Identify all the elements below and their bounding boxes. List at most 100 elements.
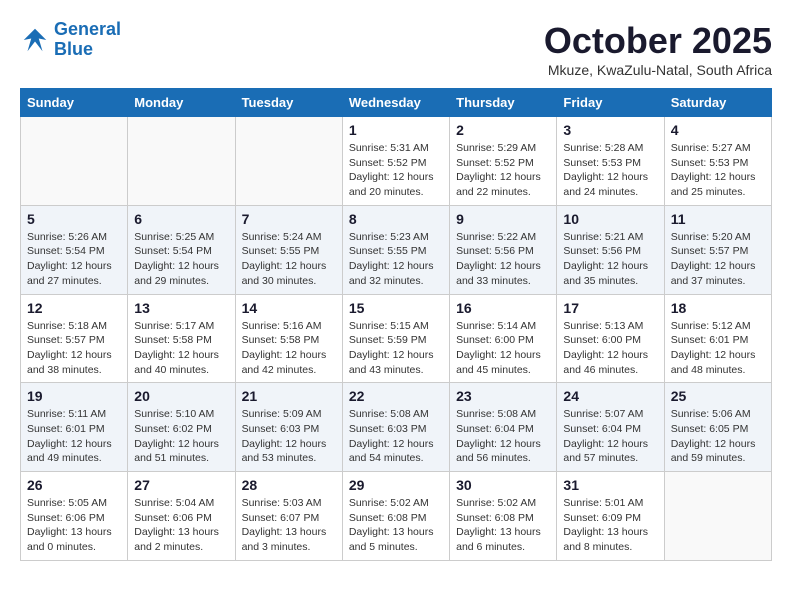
day-number: 15 bbox=[349, 300, 443, 316]
day-number: 22 bbox=[349, 388, 443, 404]
day-info: Sunrise: 5:20 AM Sunset: 5:57 PM Dayligh… bbox=[671, 230, 765, 289]
calendar-cell: 10 Sunrise: 5:21 AM Sunset: 5:56 PM Dayli… bbox=[557, 205, 664, 294]
day-number: 24 bbox=[563, 388, 657, 404]
calendar-header-row: SundayMondayTuesdayWednesdayThursdayFrid… bbox=[21, 89, 772, 117]
day-number: 18 bbox=[671, 300, 765, 316]
logo-text: General Blue bbox=[54, 20, 121, 60]
day-number: 3 bbox=[563, 122, 657, 138]
day-info: Sunrise: 5:10 AM Sunset: 6:02 PM Dayligh… bbox=[134, 407, 228, 466]
day-header-saturday: Saturday bbox=[664, 89, 771, 117]
day-info: Sunrise: 5:22 AM Sunset: 5:56 PM Dayligh… bbox=[456, 230, 550, 289]
day-number: 26 bbox=[27, 477, 121, 493]
calendar-cell: 29 Sunrise: 5:02 AM Sunset: 6:08 PM Dayli… bbox=[342, 472, 449, 561]
location: Mkuze, KwaZulu-Natal, South Africa bbox=[544, 62, 772, 78]
day-info: Sunrise: 5:23 AM Sunset: 5:55 PM Dayligh… bbox=[349, 230, 443, 289]
calendar-cell bbox=[21, 117, 128, 206]
day-info: Sunrise: 5:03 AM Sunset: 6:07 PM Dayligh… bbox=[242, 496, 336, 555]
day-info: Sunrise: 5:01 AM Sunset: 6:09 PM Dayligh… bbox=[563, 496, 657, 555]
page-header: General Blue October 2025 Mkuze, KwaZulu… bbox=[20, 20, 772, 78]
day-info: Sunrise: 5:12 AM Sunset: 6:01 PM Dayligh… bbox=[671, 319, 765, 378]
day-number: 11 bbox=[671, 211, 765, 227]
day-number: 10 bbox=[563, 211, 657, 227]
day-info: Sunrise: 5:13 AM Sunset: 6:00 PM Dayligh… bbox=[563, 319, 657, 378]
calendar-week-row: 26 Sunrise: 5:05 AM Sunset: 6:06 PM Dayli… bbox=[21, 472, 772, 561]
day-number: 29 bbox=[349, 477, 443, 493]
calendar-cell: 1Sunrise: 5:31 AM Sunset: 5:52 PM Daylig… bbox=[342, 117, 449, 206]
day-info: Sunrise: 5:08 AM Sunset: 6:03 PM Dayligh… bbox=[349, 407, 443, 466]
calendar-cell: 11 Sunrise: 5:20 AM Sunset: 5:57 PM Dayli… bbox=[664, 205, 771, 294]
day-info: Sunrise: 5:08 AM Sunset: 6:04 PM Dayligh… bbox=[456, 407, 550, 466]
day-number: 30 bbox=[456, 477, 550, 493]
day-info: Sunrise: 5:15 AM Sunset: 5:59 PM Dayligh… bbox=[349, 319, 443, 378]
calendar-cell: 3 Sunrise: 5:28 AM Sunset: 5:53 PM Daylig… bbox=[557, 117, 664, 206]
calendar-cell: 28 Sunrise: 5:03 AM Sunset: 6:07 PM Dayli… bbox=[235, 472, 342, 561]
day-info: Sunrise: 5:06 AM Sunset: 6:05 PM Dayligh… bbox=[671, 407, 765, 466]
day-number: 31 bbox=[563, 477, 657, 493]
day-number: 12 bbox=[27, 300, 121, 316]
day-number: 14 bbox=[242, 300, 336, 316]
calendar-cell: 20 Sunrise: 5:10 AM Sunset: 6:02 PM Dayli… bbox=[128, 383, 235, 472]
day-header-monday: Monday bbox=[128, 89, 235, 117]
day-info: Sunrise: 5:31 AM Sunset: 5:52 PM Dayligh… bbox=[349, 141, 443, 200]
calendar-cell: 24Sunrise: 5:07 AM Sunset: 6:04 PM Dayli… bbox=[557, 383, 664, 472]
day-number: 13 bbox=[134, 300, 228, 316]
calendar-cell: 2 Sunrise: 5:29 AM Sunset: 5:52 PM Daylig… bbox=[450, 117, 557, 206]
calendar-cell: 25 Sunrise: 5:06 AM Sunset: 6:05 PM Dayli… bbox=[664, 383, 771, 472]
calendar-week-row: 5 Sunrise: 5:26 AM Sunset: 5:54 PM Daylig… bbox=[21, 205, 772, 294]
day-info: Sunrise: 5:17 AM Sunset: 5:58 PM Dayligh… bbox=[134, 319, 228, 378]
calendar-cell: 6 Sunrise: 5:25 AM Sunset: 5:54 PM Daylig… bbox=[128, 205, 235, 294]
day-info: Sunrise: 5:18 AM Sunset: 5:57 PM Dayligh… bbox=[27, 319, 121, 378]
day-header-sunday: Sunday bbox=[21, 89, 128, 117]
calendar-cell: 4Sunrise: 5:27 AM Sunset: 5:53 PM Daylig… bbox=[664, 117, 771, 206]
day-number: 25 bbox=[671, 388, 765, 404]
day-number: 7 bbox=[242, 211, 336, 227]
calendar-week-row: 1Sunrise: 5:31 AM Sunset: 5:52 PM Daylig… bbox=[21, 117, 772, 206]
month-title: October 2025 bbox=[544, 20, 772, 62]
calendar-cell: 12 Sunrise: 5:18 AM Sunset: 5:57 PM Dayli… bbox=[21, 294, 128, 383]
calendar-cell: 23 Sunrise: 5:08 AM Sunset: 6:04 PM Dayli… bbox=[450, 383, 557, 472]
calendar-cell: 30 Sunrise: 5:02 AM Sunset: 6:08 PM Dayli… bbox=[450, 472, 557, 561]
day-info: Sunrise: 5:21 AM Sunset: 5:56 PM Dayligh… bbox=[563, 230, 657, 289]
day-number: 6 bbox=[134, 211, 228, 227]
calendar-cell: 22 Sunrise: 5:08 AM Sunset: 6:03 PM Dayli… bbox=[342, 383, 449, 472]
calendar-week-row: 12 Sunrise: 5:18 AM Sunset: 5:57 PM Dayli… bbox=[21, 294, 772, 383]
calendar-cell: 31 Sunrise: 5:01 AM Sunset: 6:09 PM Dayli… bbox=[557, 472, 664, 561]
calendar-cell bbox=[235, 117, 342, 206]
day-header-friday: Friday bbox=[557, 89, 664, 117]
day-info: Sunrise: 5:09 AM Sunset: 6:03 PM Dayligh… bbox=[242, 407, 336, 466]
day-number: 20 bbox=[134, 388, 228, 404]
logo-icon bbox=[20, 25, 50, 55]
day-info: Sunrise: 5:24 AM Sunset: 5:55 PM Dayligh… bbox=[242, 230, 336, 289]
day-number: 8 bbox=[349, 211, 443, 227]
calendar-cell: 7 Sunrise: 5:24 AM Sunset: 5:55 PM Daylig… bbox=[235, 205, 342, 294]
day-number: 5 bbox=[27, 211, 121, 227]
calendar-cell: 15 Sunrise: 5:15 AM Sunset: 5:59 PM Dayli… bbox=[342, 294, 449, 383]
day-number: 19 bbox=[27, 388, 121, 404]
day-info: Sunrise: 5:02 AM Sunset: 6:08 PM Dayligh… bbox=[456, 496, 550, 555]
day-header-thursday: Thursday bbox=[450, 89, 557, 117]
day-number: 23 bbox=[456, 388, 550, 404]
day-info: Sunrise: 5:29 AM Sunset: 5:52 PM Dayligh… bbox=[456, 141, 550, 200]
day-info: Sunrise: 5:04 AM Sunset: 6:06 PM Dayligh… bbox=[134, 496, 228, 555]
day-number: 16 bbox=[456, 300, 550, 316]
day-number: 9 bbox=[456, 211, 550, 227]
day-number: 28 bbox=[242, 477, 336, 493]
calendar-cell: 13 Sunrise: 5:17 AM Sunset: 5:58 PM Dayli… bbox=[128, 294, 235, 383]
calendar-cell: 26 Sunrise: 5:05 AM Sunset: 6:06 PM Dayli… bbox=[21, 472, 128, 561]
day-number: 2 bbox=[456, 122, 550, 138]
day-header-wednesday: Wednesday bbox=[342, 89, 449, 117]
day-header-tuesday: Tuesday bbox=[235, 89, 342, 117]
day-info: Sunrise: 5:28 AM Sunset: 5:53 PM Dayligh… bbox=[563, 141, 657, 200]
day-info: Sunrise: 5:11 AM Sunset: 6:01 PM Dayligh… bbox=[27, 407, 121, 466]
day-info: Sunrise: 5:05 AM Sunset: 6:06 PM Dayligh… bbox=[27, 496, 121, 555]
calendar-cell: 16Sunrise: 5:14 AM Sunset: 6:00 PM Dayli… bbox=[450, 294, 557, 383]
day-info: Sunrise: 5:26 AM Sunset: 5:54 PM Dayligh… bbox=[27, 230, 121, 289]
day-number: 27 bbox=[134, 477, 228, 493]
calendar-cell: 9 Sunrise: 5:22 AM Sunset: 5:56 PM Daylig… bbox=[450, 205, 557, 294]
calendar-cell: 21Sunrise: 5:09 AM Sunset: 6:03 PM Dayli… bbox=[235, 383, 342, 472]
logo: General Blue bbox=[20, 20, 121, 60]
day-info: Sunrise: 5:02 AM Sunset: 6:08 PM Dayligh… bbox=[349, 496, 443, 555]
day-info: Sunrise: 5:25 AM Sunset: 5:54 PM Dayligh… bbox=[134, 230, 228, 289]
title-block: October 2025 Mkuze, KwaZulu-Natal, South… bbox=[544, 20, 772, 78]
calendar-cell: 14Sunrise: 5:16 AM Sunset: 5:58 PM Dayli… bbox=[235, 294, 342, 383]
